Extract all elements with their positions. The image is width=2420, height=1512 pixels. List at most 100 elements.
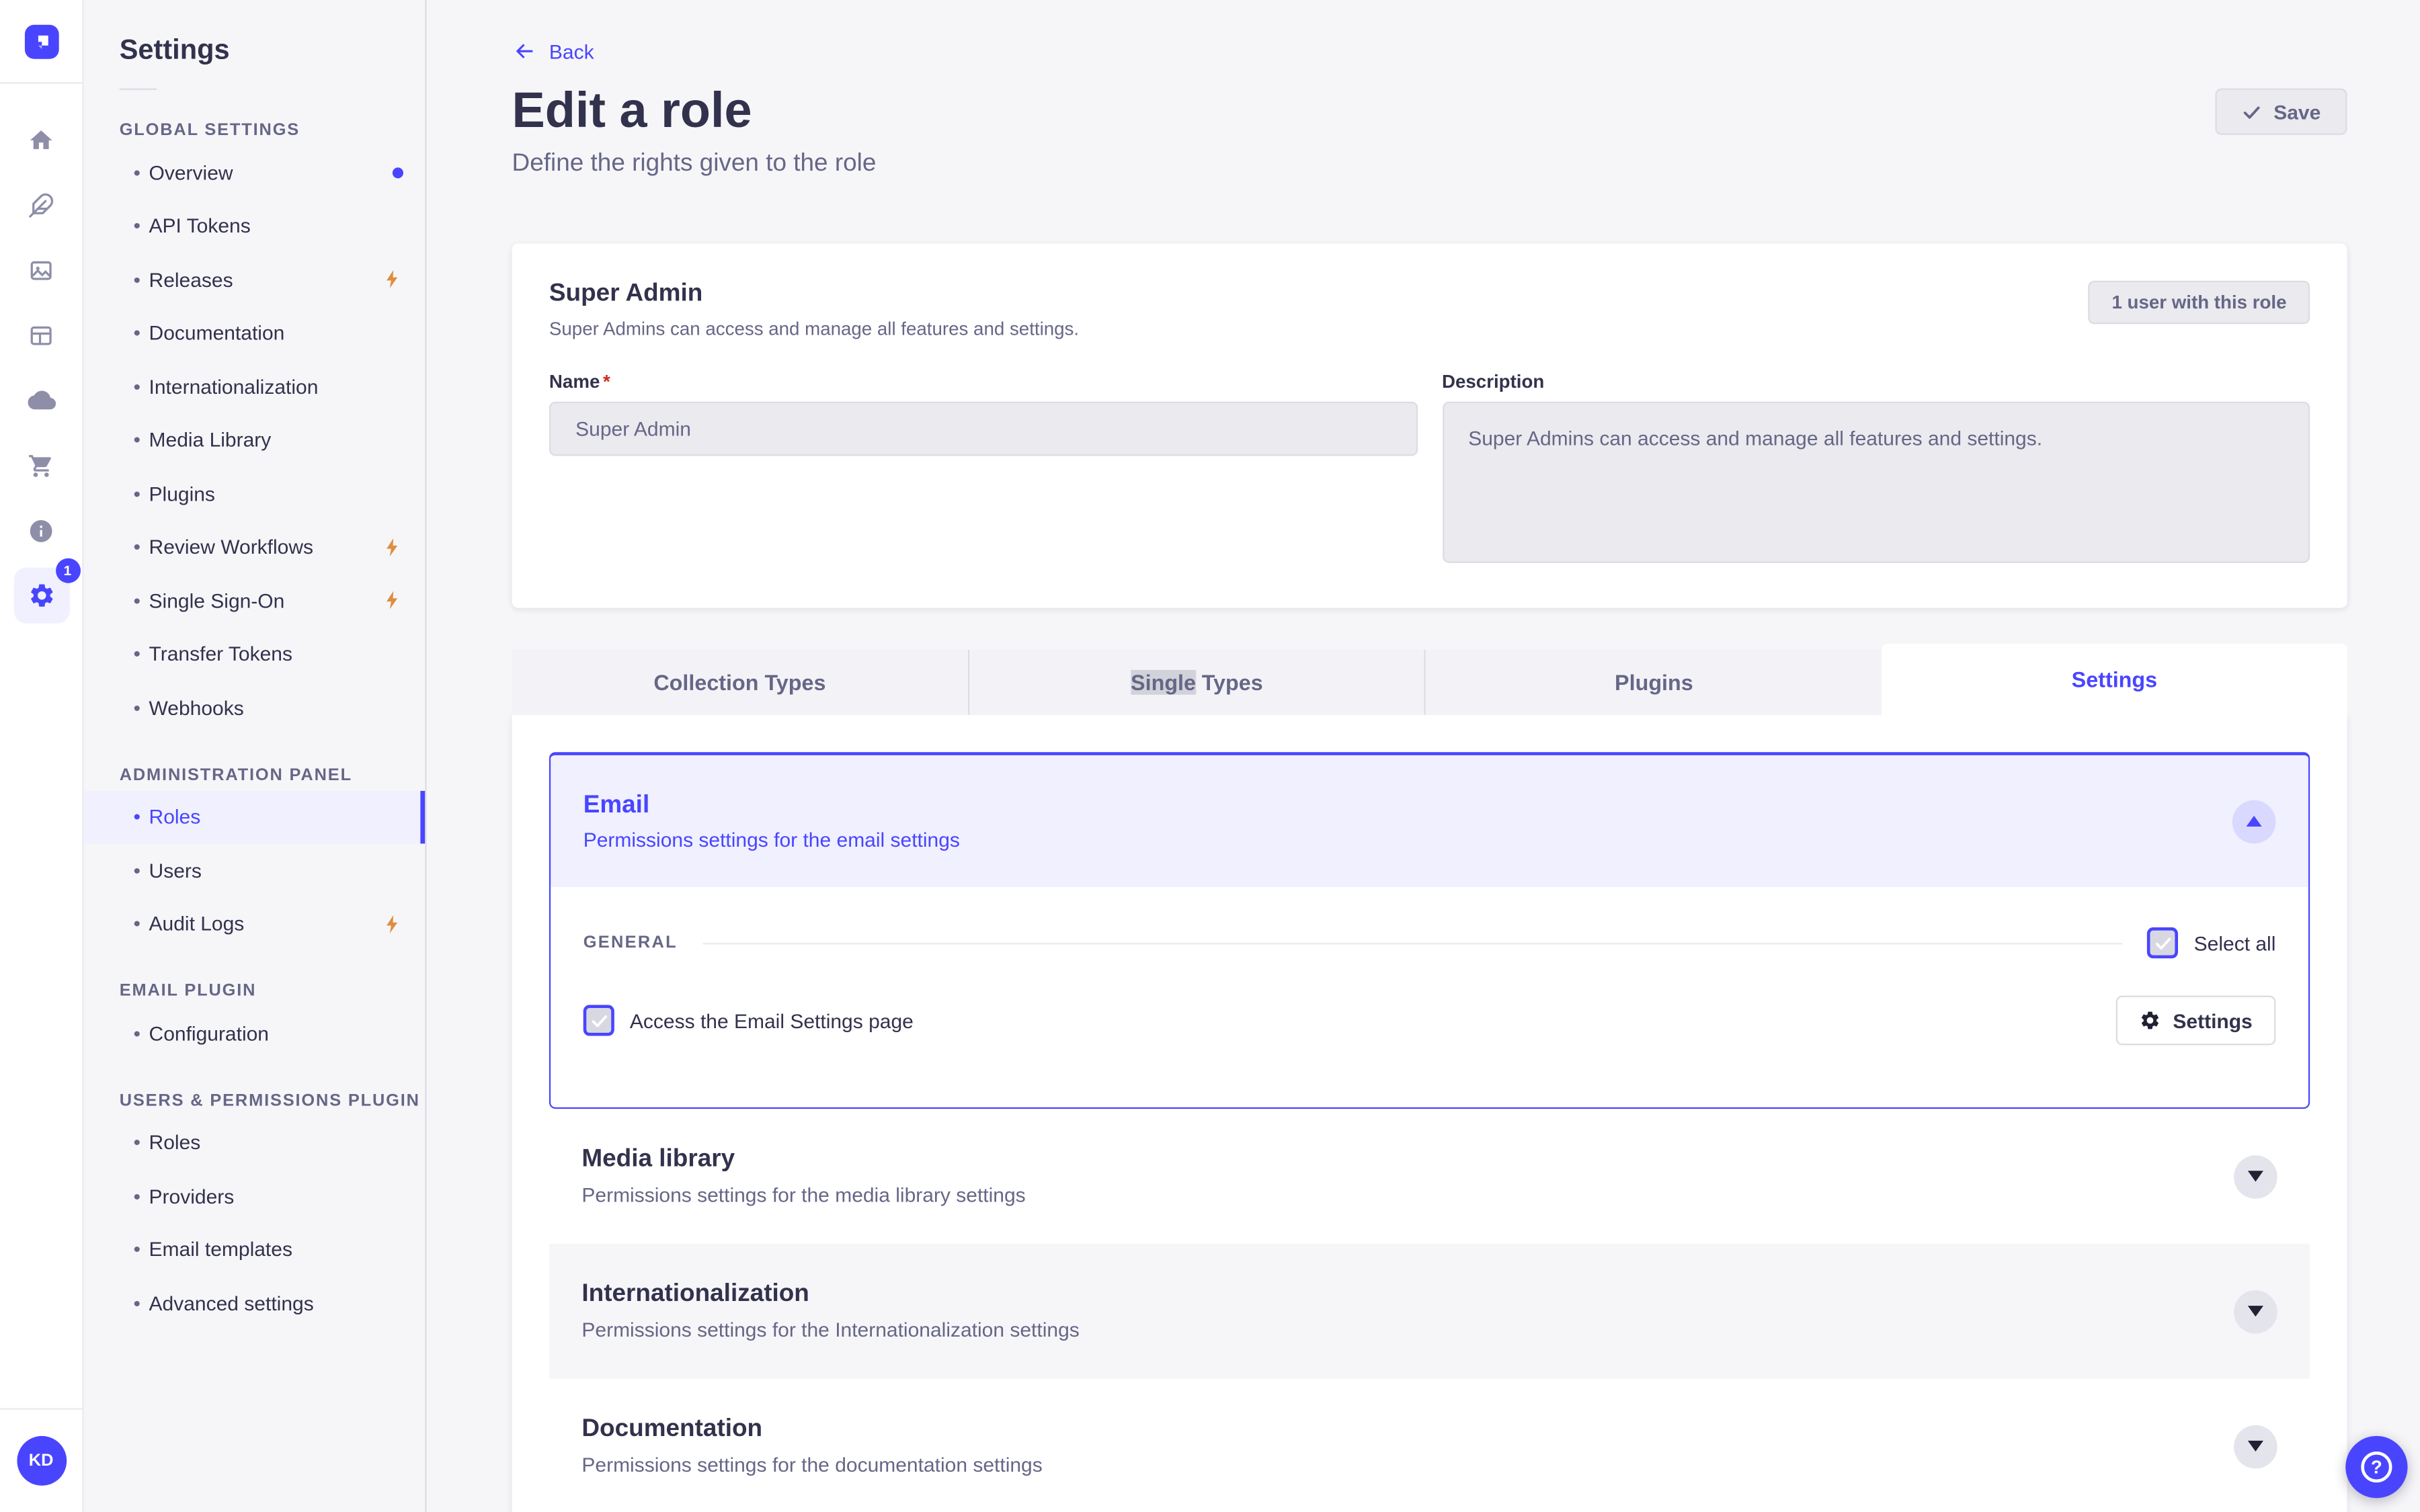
users-with-role-button[interactable]: 1 user with this role [2088,280,2310,325]
accordion-email-body: GENERAL Select all Access the Email Sett… [551,887,2308,1107]
select-all-label: Select all [2193,931,2276,955]
tab-bar: Collection Types Single Types Plugins Set… [512,643,2347,715]
bullet-icon: • [133,805,140,829]
media-image-icon[interactable] [22,251,59,288]
bullet-icon: • [133,214,140,238]
check-icon [2155,937,2171,949]
content-feather-icon[interactable] [22,186,59,223]
accordion-media-library[interactable]: Media library Permissions settings for t… [549,1109,2310,1244]
tab-settings[interactable]: Settings [1882,643,2347,715]
tab-single-types[interactable]: Single Types [969,649,1426,715]
save-button[interactable]: Save [2214,88,2347,135]
sidebar-item-roles-up[interactable]: • Roles [84,1116,426,1169]
chevron-up-icon [2246,815,2262,827]
check-icon [2243,106,2259,118]
avatar[interactable]: KD [16,1435,67,1486]
help-button[interactable]: ? [2345,1435,2408,1499]
tab-plugins[interactable]: Plugins [1426,649,1882,715]
home-icon[interactable] [22,121,59,158]
strapi-logo-icon[interactable] [24,24,58,59]
chevron-down-icon [2247,1171,2263,1182]
sidebar-item-audit-logs[interactable]: • Audit Logs [84,897,426,951]
permissions-tabs-zone: Collection Types Single Types Plugins Set… [512,643,2347,1512]
sidebar-item-media-library[interactable]: • Media Library [84,413,426,467]
cloud-icon[interactable] [22,382,59,419]
sidebar-item-configuration[interactable]: • Configuration [84,1007,426,1060]
accordion-email-header[interactable]: Email Permissions settings for the email… [551,755,2308,887]
accordion-email-title: Email [583,792,650,818]
bullet-icon: • [133,1238,140,1261]
sidebar-item-email-templates[interactable]: • Email templates [84,1223,426,1277]
collapse-button[interactable] [2232,799,2276,843]
lightning-icon [382,590,403,612]
accordion-email: Email Permissions settings for the email… [549,752,2310,1109]
sidebar-item-webhooks[interactable]: • Webhooks [84,681,426,734]
page-subtitle: Define the rights given to the role [512,150,877,177]
section-header: ADMINISTRATION PANEL [119,765,352,784]
sidebar-title-divider [119,88,157,90]
rail-divider [0,82,83,84]
role-card: Super Admin Super Admins can access and … [512,243,2347,608]
sidebar-item-review-workflows[interactable]: • Review Workflows [84,520,426,574]
info-icon[interactable] [22,512,59,549]
expand-button[interactable] [2234,1154,2277,1198]
bullet-icon: • [133,428,140,452]
sidebar-item-providers[interactable]: • Providers [84,1169,426,1223]
rail-bottom: KD [0,1408,83,1512]
accordion-internationalization[interactable]: Internationalization Permissions setting… [549,1243,2310,1379]
icon-rail: 1 KD [0,0,84,1512]
rail-bottom-divider [0,1408,83,1410]
selected-text: Single [1131,669,1197,695]
sidebar-item-advanced-settings[interactable]: • Advanced settings [84,1276,426,1330]
description-textarea[interactable]: Super Admins can access and manage all f… [1442,401,2310,563]
description-label: Description [1442,370,1545,392]
marketplace-cart-icon[interactable] [22,447,59,484]
access-email-settings-checkbox[interactable] [583,1005,614,1036]
sidebar-item-internationalization[interactable]: • Internationalization [84,360,426,413]
bullet-icon: • [133,589,140,612]
accordion-email-subtitle: Permissions settings for the email setti… [583,827,960,851]
sidebar-section-email-plugin: EMAIL PLUGIN • Configuration [84,982,426,1060]
sidebar-item-single-sign-on[interactable]: • Single Sign-On [84,574,426,628]
role-name: Super Admin [549,280,703,307]
bullet-icon: • [133,1184,140,1208]
tab-collection-types[interactable]: Collection Types [512,649,969,715]
sidebar-item-api-tokens[interactable]: • API Tokens [84,200,426,253]
layout-icon[interactable] [22,317,59,353]
page-title: Edit a role [512,82,752,138]
sidebar-item-documentation[interactable]: • Documentation [84,306,426,360]
chevron-down-icon [2247,1306,2263,1317]
back-link[interactable]: Back [512,39,594,64]
sidebar-item-users[interactable]: • Users [84,843,426,897]
description-field-group: Description Super Admins can access and … [1442,371,2310,571]
name-input[interactable] [549,401,1418,456]
bullet-icon: • [133,161,140,185]
bullet-icon: • [133,374,140,398]
sidebar-item-overview[interactable]: • Overview [84,146,426,200]
sidebar-title: Settings [119,34,230,65]
section-divider [702,941,2123,944]
check-icon [591,1014,607,1027]
general-section-label: GENERAL [583,933,678,952]
settings-gear-icon[interactable]: 1 [13,558,80,624]
gear-icon [2141,1011,2159,1030]
bullet-icon: • [133,535,140,559]
access-email-settings-label: Access the Email Settings page [629,1009,914,1032]
sidebar-section-users-permissions: USERS & PERMISSIONS PLUGIN • Roles • Pro… [84,1091,426,1329]
sidebar-item-plugins[interactable]: • Plugins [84,467,426,521]
bullet-icon: • [133,1291,140,1315]
main-content: Back Edit a role Define the rights given… [428,0,2420,1512]
sidebar-item-releases[interactable]: • Releases [84,253,426,306]
sidebar-item-roles-admin[interactable]: • Roles [83,790,426,844]
select-all-checkbox[interactable] [2147,927,2179,959]
sidebar-item-transfer-tokens[interactable]: • Transfer Tokens [84,627,426,681]
expand-button[interactable] [2234,1424,2277,1468]
settings-sidebar: Settings GLOBAL SETTINGS • Overview • AP… [83,0,427,1512]
chevron-down-icon [2247,1440,2263,1452]
accordion-documentation[interactable]: Documentation Permissions settings for t… [549,1379,2310,1512]
expand-button[interactable] [2234,1289,2277,1333]
lightning-icon [382,269,403,290]
bullet-icon: • [133,912,140,936]
email-settings-button[interactable]: Settings [2115,995,2276,1046]
bullet-icon: • [133,642,140,666]
